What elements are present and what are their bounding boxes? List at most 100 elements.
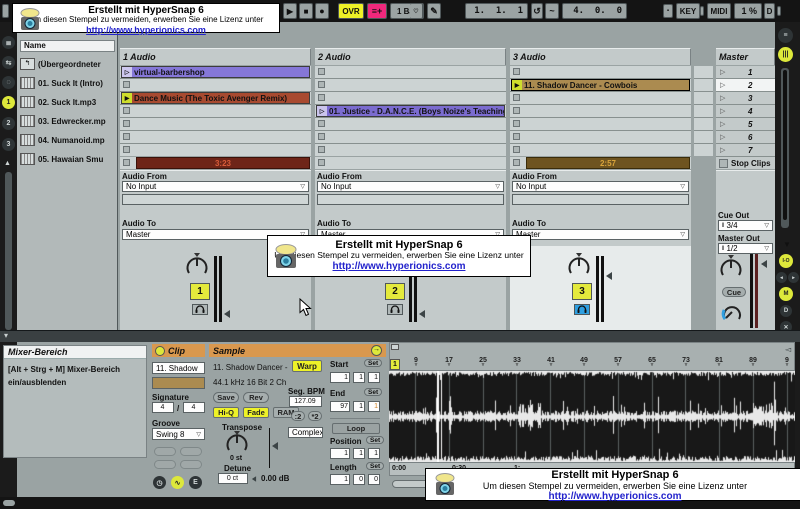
sample-box-header[interactable]: Sample → — [209, 344, 386, 357]
set-position-button[interactable]: Set — [366, 436, 384, 444]
master-track-header[interactable]: Master — [716, 48, 775, 65]
input-type-chooser[interactable]: No Input▽ — [122, 181, 309, 192]
track1-volume-fader[interactable] — [214, 256, 222, 322]
length-beats-field[interactable]: 0 — [353, 474, 365, 485]
clip-justice-dance[interactable]: ▷ 01. Justice - D.A.N.C.E. (Boys Noize's… — [316, 105, 505, 117]
track-stop-button[interactable] — [513, 159, 520, 166]
hotswap-icon[interactable]: ◌ — [2, 76, 15, 89]
play-button[interactable]: ▶ — [283, 3, 297, 19]
sample-waveform[interactable] — [389, 371, 795, 462]
track-header-2[interactable]: 2 Audio — [315, 48, 506, 65]
browser-name-header[interactable]: Name — [20, 40, 115, 52]
track-header-1[interactable]: 1 Audio — [120, 48, 311, 65]
scene-row-6[interactable]: ▷6 — [716, 131, 775, 144]
follow-button[interactable]: ▪ — [663, 4, 673, 18]
scene-row-7[interactable]: ▷7 — [716, 144, 775, 157]
session-scrollbar[interactable] — [781, 68, 789, 228]
fold-arrow-icon[interactable]: ◅ — [785, 345, 791, 354]
clip-stop-button[interactable] — [318, 94, 325, 101]
track1-fader-handle[interactable] — [224, 310, 230, 318]
envelope-box-icon[interactable]: E — [189, 476, 202, 489]
input-type-chooser[interactable]: No Input▽ — [512, 181, 689, 192]
length-bars-field[interactable]: 1 — [330, 474, 350, 485]
loop-length-display[interactable]: 4. 0. 0 — [562, 3, 627, 19]
session-view-toggle-icon[interactable]: ||| — [778, 47, 793, 62]
splitter-fold-icon[interactable]: ▾ — [4, 331, 8, 340]
start-sixteenths-field[interactable]: 1 — [368, 372, 380, 383]
track-stop-button[interactable] — [318, 159, 325, 166]
scene-row-5[interactable]: ▷5 — [716, 118, 775, 131]
scene-row-2[interactable]: ▷2 — [716, 79, 775, 92]
warp-button[interactable]: Warp — [292, 360, 322, 372]
show-returns-toggle[interactable]: ▸ — [788, 272, 799, 283]
arrangement-view-toggle-icon[interactable]: ≡ — [778, 28, 793, 43]
track3-volume-fader[interactable] — [596, 256, 604, 322]
detune-spinner[interactable] — [252, 476, 256, 482]
reverse-button[interactable]: Rev — [243, 392, 269, 403]
set-end-button[interactable]: Set — [364, 388, 382, 396]
track-header-3[interactable]: 3 Audio — [510, 48, 691, 65]
clip-play-icon[interactable]: ▶ — [512, 80, 522, 90]
tap-button-edge[interactable] — [2, 4, 9, 18]
show-io-toggle[interactable]: I-O — [779, 254, 793, 268]
detune-field[interactable]: 0 ct — [218, 473, 248, 484]
clip-stop-button[interactable] — [513, 68, 520, 75]
cue-button[interactable]: Cue — [722, 287, 746, 297]
list-item[interactable]: 01. Suck It (Intro) — [20, 76, 115, 90]
gain-slider-handle[interactable] — [272, 442, 278, 450]
track3-fader-handle[interactable] — [606, 272, 612, 280]
launch-box-icon[interactable]: ◷ — [153, 476, 166, 489]
sample-box-icon[interactable]: ∿ — [171, 476, 184, 489]
input-channel-chooser[interactable] — [512, 194, 689, 205]
scroll-down-icon[interactable]: ▼ — [783, 240, 791, 249]
cue-out-chooser[interactable]: ‖3/4▽ — [718, 220, 773, 231]
device-browser-icon[interactable]: ≣ — [2, 36, 15, 49]
signature-numerator[interactable]: 4 — [152, 402, 174, 413]
scene-row-4[interactable]: ▷4 — [716, 105, 775, 118]
stop-clips-button[interactable]: Stop Clips — [716, 157, 775, 169]
quantization-chevron[interactable]: ♡ — [410, 3, 423, 19]
clip-stop-button[interactable] — [513, 146, 520, 153]
seg-bpm-field[interactable]: 127.09 — [289, 396, 322, 407]
clip-dance-music[interactable]: ▶ Dance Music (The Toxic Avenger Remix) — [121, 92, 310, 104]
input-channel-chooser[interactable] — [122, 194, 309, 205]
gain-value[interactable]: 0.00 dB — [261, 474, 289, 483]
clip-stop-button[interactable] — [318, 146, 325, 153]
clip-box-header[interactable]: Clip — [152, 344, 205, 357]
list-item[interactable]: 03. Edwrecker.mp — [20, 114, 115, 128]
clip-virtual-barbershop[interactable]: ▷ virtual-barbershop — [121, 66, 310, 78]
track3-cue-button[interactable] — [574, 304, 590, 315]
arrangement-overdub-button[interactable]: ≡+ — [367, 3, 387, 19]
end-beats-field[interactable]: 1 — [353, 401, 365, 412]
signature-denominator[interactable]: 4 — [183, 402, 205, 413]
track3-activator-button[interactable]: 3 — [572, 283, 592, 300]
set-length-button[interactable]: Set — [366, 462, 384, 470]
clip-stop-button[interactable] — [123, 133, 130, 140]
clip-activator-icon[interactable] — [155, 346, 165, 356]
output-type-chooser[interactable]: Master▽ — [512, 229, 689, 240]
save-button[interactable]: Save — [213, 392, 239, 403]
file-browser-2-icon[interactable]: 2 — [2, 117, 15, 130]
show-mixer-toggle[interactable]: M — [779, 287, 793, 301]
start-bars-field[interactable]: 1 — [330, 372, 350, 383]
track1-cue-button[interactable] — [192, 304, 208, 315]
end-bars-field[interactable]: 97 — [330, 401, 350, 412]
list-item[interactable]: 04. Numanoid.mp — [20, 133, 115, 147]
position-beats-field[interactable]: 1 — [353, 448, 365, 459]
midi-map-button[interactable]: MIDI — [707, 3, 731, 19]
hotswap-sample-icon[interactable]: → — [371, 345, 382, 356]
track1-activator-button[interactable]: 1 — [190, 283, 210, 300]
file-browser-3-icon[interactable]: 3 — [2, 138, 15, 151]
browser-scrollbar[interactable] — [5, 172, 12, 330]
clip-stop-button[interactable] — [318, 120, 325, 127]
clip-color-chooser[interactable] — [152, 377, 205, 389]
clip-shadow-dancer[interactable]: ▶ 11. Shadow Dancer - Cowbois — [511, 79, 690, 91]
hyperionics-link[interactable]: http://www.hyperionics.com — [268, 261, 530, 272]
browser-scroll-up-icon[interactable]: ▲ — [4, 160, 11, 167]
end-sixteenths-field[interactable]: 1 — [368, 401, 380, 412]
clip-play-icon[interactable]: ▶ — [122, 93, 132, 103]
set-start-button[interactable]: Set — [364, 359, 382, 367]
transpose-knob[interactable] — [224, 431, 250, 455]
clip-stop-button[interactable] — [318, 68, 325, 75]
hyperionics-link[interactable]: http://www.hyperionics.com — [426, 491, 800, 502]
